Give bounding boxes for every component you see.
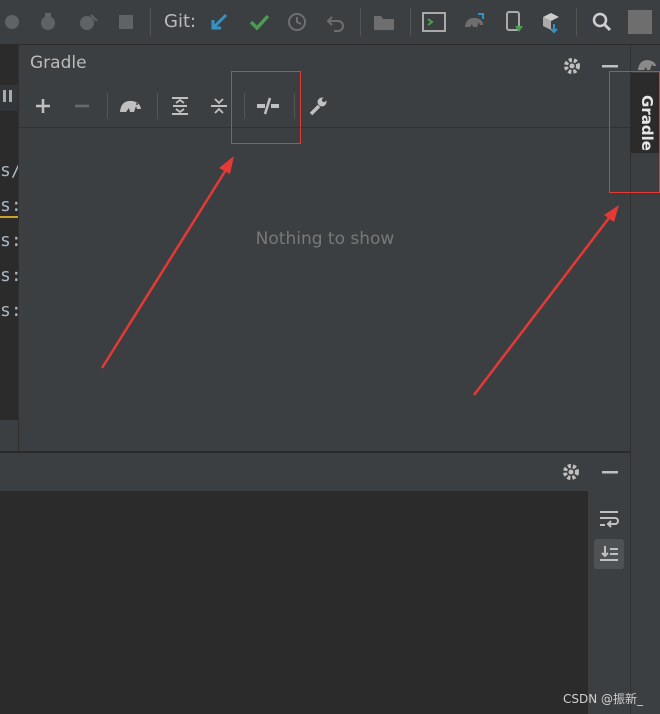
watermark-text: CSDN @振新_ [563,692,644,706]
annotation-arrows [100,156,619,396]
